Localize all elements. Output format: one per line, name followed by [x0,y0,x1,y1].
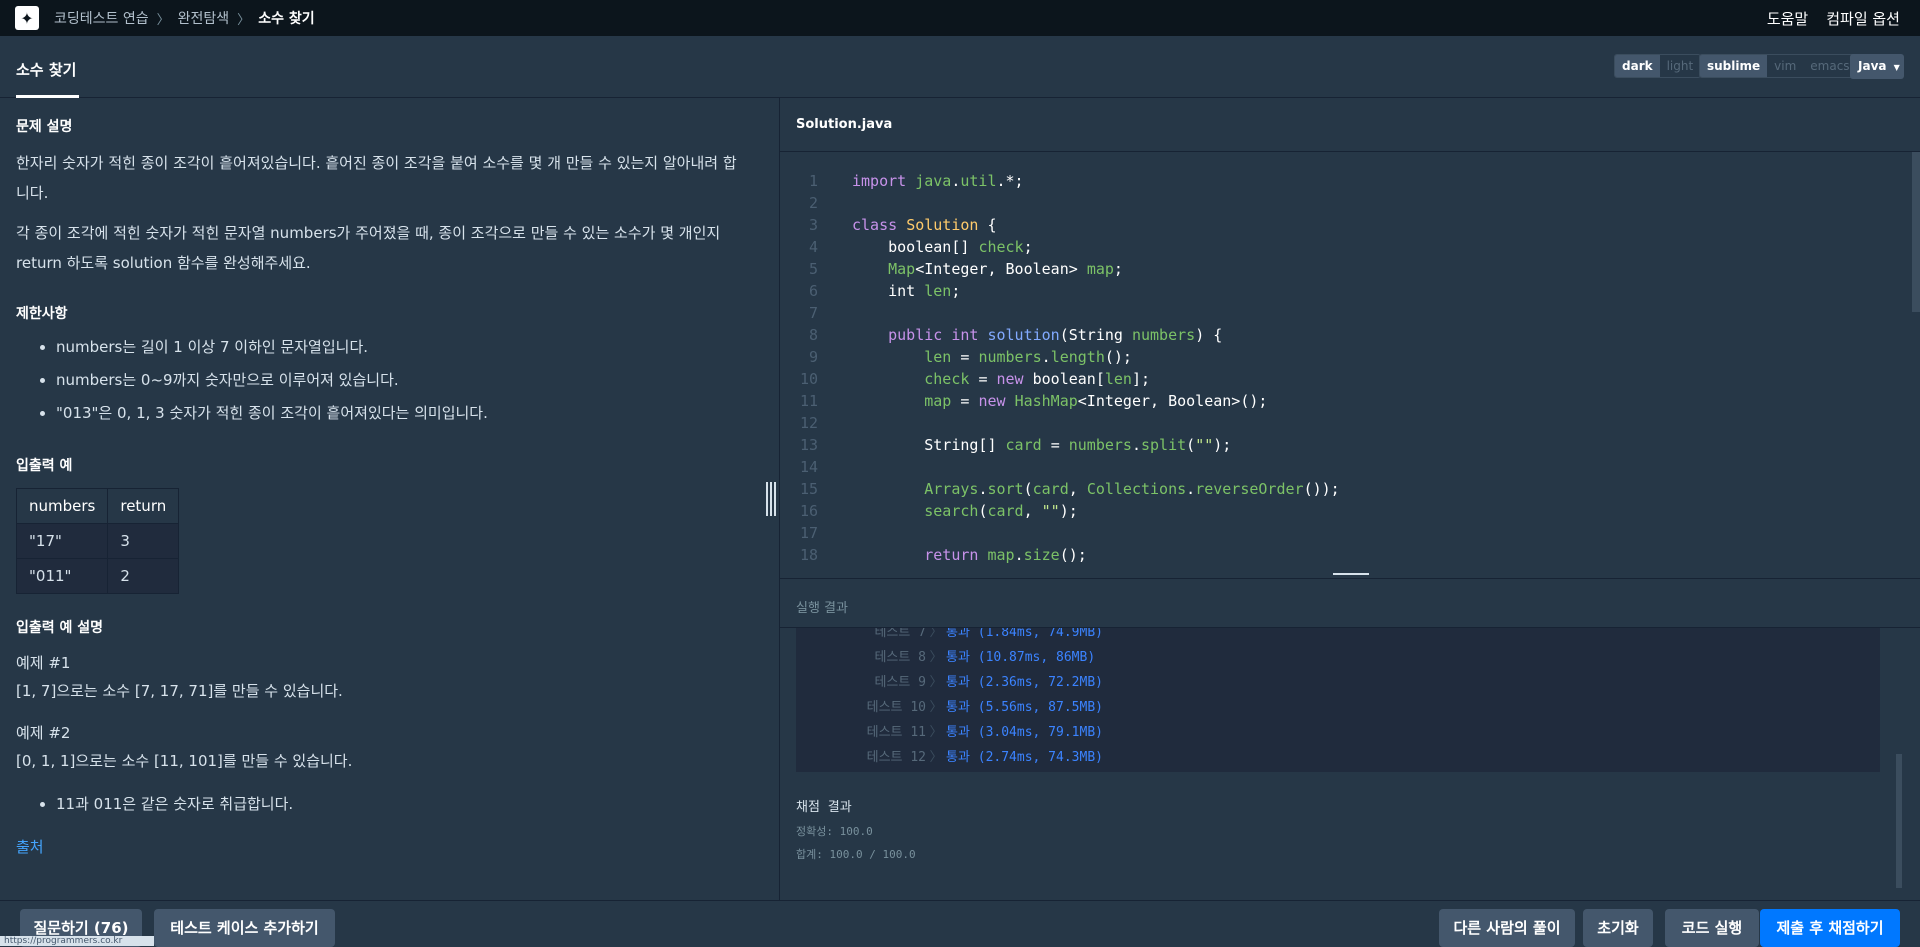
code-line: 7 [808,304,818,322]
breadcrumb: 코딩테스트 연습 〉 완전탐색 〉 소수 찾기 [54,8,315,28]
section-title-description: 문제 설명 [16,119,73,135]
reset-button[interactable]: 초기화 [1583,909,1653,947]
keymap-sublime-option[interactable]: sublime [1700,55,1768,77]
table-header-row: numbers return [15,488,180,524]
list-item: "013"은 0, 1, 3 숫자가 적힌 종이 조각이 흩어져있다는 의미입니… [56,397,488,430]
code-line: 16 search(card, ""); [799,502,1078,520]
breadcrumb-coding-test[interactable]: 코딩테스트 연습 [54,8,149,28]
language-select[interactable]: Java ▼ [1850,54,1904,79]
status-url-tooltip: https://programmers.co.kr [0,936,154,946]
description-paragraph-1: 한자리 숫자가 적힌 종이 조각이 흩어져있습니다. 흩어진 종이 조각을 붙여… [16,154,737,202]
code-editor[interactable]: 1 import java.util.*; 2 3 class Solution {… [780,152,1920,572]
io-example-table: numbers return "17" 3 "011" 2 [15,488,180,594]
limits-list: numbers는 길이 1 이상 7 이하인 문자열입니다. numbers는 … [56,331,488,430]
editor-header: Solution.java [780,98,1920,152]
list-item: numbers는 0~9까지 숫자만으로 이루어져 있습니다. [56,364,488,397]
source-link[interactable]: 출처 [16,836,44,857]
list-item: 11과 011은 같은 숫자로 취급합니다. [56,788,293,821]
table-cell: "17" [15,523,109,559]
file-name: Solution.java [796,117,893,132]
test-result-row: 테스트 11 〉 통과 (3.04ms, 79.1MB) [866,725,1103,740]
code-line: 17 [799,524,818,542]
code-line: 4 boolean[] check; [808,238,1033,256]
result-header: 실행 결과 [780,578,1920,628]
grade-total: 합계: 100.0 / 100.0 [796,848,916,861]
compile-options-link[interactable]: 컴파일 옵션 [1826,8,1900,29]
keymap-vim-option[interactable]: vim [1767,55,1803,77]
section-title-io-explanation: 입출력 예 설명 [16,620,104,636]
test-result-row: 테스트 7 〉 통과 (1.84ms, 74.9MB) [874,628,1103,640]
grade-accuracy: 정확성: 100.0 [796,825,873,838]
example-1-text: [1, 7]으로는 소수 [7, 17, 71]를 만들 수 있습니다. [16,682,343,700]
add-test-case-button[interactable]: 테스트 케이스 추가하기 [154,909,335,947]
table-row: "011" 2 [15,558,180,594]
programmers-logo-icon[interactable]: ✦ [15,6,39,30]
table-cell: 2 [107,558,180,594]
result-scrollbar[interactable] [1896,754,1902,888]
table-cell: 3 [107,523,180,559]
test-result-row: 테스트 8 〉 통과 (10.87ms, 86MB) [874,650,1096,665]
table-header-numbers: numbers [15,488,109,524]
code-line: 14 [799,458,818,476]
chevron-right-icon: 〉 [237,12,251,28]
code-line: 1 import java.util.*; [808,172,1024,190]
code-line: 2 [808,194,818,212]
tab-problem[interactable]: 소수 찾기 [16,59,76,80]
code-line: 13 String[] card = numbers.split(""); [799,436,1232,454]
table-header-return: return [107,488,180,524]
problem-description-pane: 문제 설명 한자리 숫자가 적힌 종이 조각이 흩어져있습니다. 흩어진 종이 … [0,98,779,900]
section-title-limits: 제한사항 [16,306,68,322]
test-results-panel: 테스트 7 〉 통과 (1.84ms, 74.9MB) 테스트 8 〉 통과 (10.8… [796,628,1880,772]
code-line: 6 int len; [808,282,961,300]
other-solutions-button[interactable]: 다른 사람의 풀이 [1439,909,1575,947]
top-navigation-bar: ✦ 코딩테스트 연습 〉 완전탐색 〉 소수 찾기 도움말 컴파일 옵션 [0,0,1920,36]
result-title: 실행 결과 [796,601,848,616]
top-actions: 도움말 컴파일 옵션 [1767,0,1900,36]
theme-dark-option[interactable]: dark [1615,55,1660,77]
keymap-toggle: sublime vim emacs [1699,54,1858,78]
code-line: 11 map = new HashMap<Integer, Boolean>()… [799,392,1268,410]
test-result-row: 테스트 9 〉 통과 (2.36ms, 72.2MB) [874,675,1103,690]
table-row: "17" 3 [15,523,180,559]
example-1-title: 예제 #1 [16,654,71,672]
code-line: 15 Arrays.sort(card, Collections.reverse… [799,480,1340,498]
example-2-title: 예제 #2 [16,724,71,742]
theme-toggle: dark light [1614,54,1702,78]
chevron-right-icon: 〉 [156,12,170,28]
code-line: 10 check = new boolean[len]; [799,370,1151,388]
caret-down-icon: ▼ [1893,63,1900,72]
breadcrumb-brute-force[interactable]: 완전탐색 [178,8,230,28]
test-result-row: 테스트 12 〉 통과 (2.74ms, 74.3MB) [866,750,1103,765]
grade-title: 채점 결과 [796,800,852,815]
code-line: 9 len = numbers.length(); [808,348,1132,366]
editor-scrollbar[interactable] [1912,152,1920,312]
example-2-text: [0, 1, 1]으로는 소수 [11, 101]를 만들 수 있습니다. [16,752,353,770]
keymap-emacs-option[interactable]: emacs [1803,55,1856,77]
code-line: 5 Map<Integer, Boolean> map; [808,260,1123,278]
description-paragraph-2: 각 종이 조각에 적힌 숫자가 적힌 문자열 numbers가 주어졌을 때, … [16,224,721,272]
language-select-value: Java [1858,59,1887,73]
help-link[interactable]: 도움말 [1767,8,1808,29]
list-item: numbers는 길이 1 이상 7 이하인 문자열입니다. [56,331,488,364]
horizontal-resize-handle-icon[interactable] [766,482,776,516]
test-result-row: 테스트 10 〉 통과 (5.56ms, 87.5MB) [866,700,1103,715]
code-line: 3 class Solution { [808,216,997,234]
breadcrumb-current: 소수 찾기 [258,11,315,27]
submit-button[interactable]: 제출 후 채점하기 [1760,909,1900,947]
theme-light-option[interactable]: light [1660,55,1701,77]
example-2-notes: 11과 011은 같은 숫자로 취급합니다. [56,788,293,821]
section-title-io-example: 입출력 예 [16,458,73,474]
run-code-button[interactable]: 코드 실행 [1665,909,1759,947]
bottom-action-bar: 질문하기 (76) 테스트 케이스 추가하기 다른 사람의 풀이 초기화 코드 … [0,900,1920,947]
code-line: 8 public int solution(String numbers) { [808,326,1223,344]
code-line: 18 return map.size(); [799,546,1087,564]
table-cell: "011" [15,558,109,594]
tab-bar: 소수 찾기 dark light sublime vim emacs Java … [0,36,1920,98]
code-line: 12 [799,414,818,432]
